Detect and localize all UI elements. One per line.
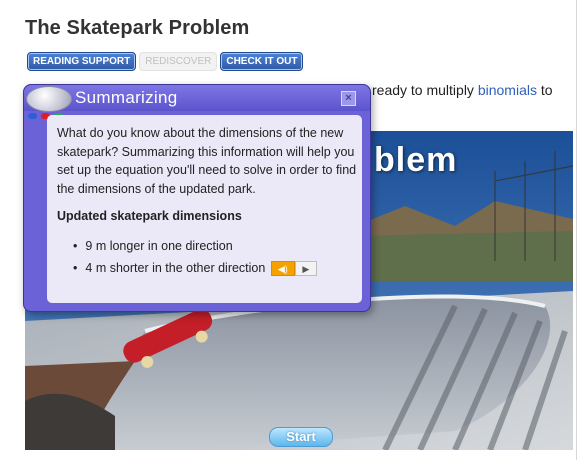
tab-rediscover: REDISCOVER [139,52,218,71]
close-icon[interactable]: × [341,91,356,106]
binomials-link[interactable]: binomials [478,82,537,98]
intro-text: ready to multiply binomials to [372,82,553,98]
tab-check-it-out[interactable]: CHECK IT OUT [220,52,304,71]
start-button[interactable]: Start [269,427,333,447]
badge-icon [26,86,72,112]
list-item: 4 m shorter in the other direction ◀)▶ [73,259,317,281]
frame-border [576,0,577,460]
dimensions-list: 9 m longer in one direction 4 m shorter … [73,237,317,281]
panel-body: What do you know about the dimensions of… [47,115,362,303]
intro-text-end: to [536,82,553,98]
panel-body-text: What do you know about the dimensions of… [57,126,357,196]
list-item-text: 4 m shorter in the other direction [85,261,266,275]
audio-player[interactable]: ◀) ▶ [270,261,317,277]
dimensions-heading: Updated skatepark dimensions [57,209,242,223]
list-item-text: 9 m longer in one direction [85,239,233,253]
play-icon[interactable]: ▶ [294,261,317,277]
blue-dot-icon [28,113,37,119]
intro-text-start: ready to multiply [372,82,478,98]
summarizing-panel: Summarizing × What do you know about the… [23,84,371,312]
scene-title-fragment: blem [374,141,458,179]
page-title: The Skatepark Problem [25,17,250,39]
tab-reading-support[interactable]: READING SUPPORT [27,52,137,71]
speaker-icon[interactable]: ◀) [270,261,295,277]
tab-bar: READING SUPPORT REDISCOVER CHECK IT OUT [27,52,304,71]
lesson-page: The Skatepark Problem READING SUPPORT RE… [0,0,587,460]
list-item: 9 m longer in one direction [73,237,317,259]
panel-title: Summarizing [75,88,178,107]
